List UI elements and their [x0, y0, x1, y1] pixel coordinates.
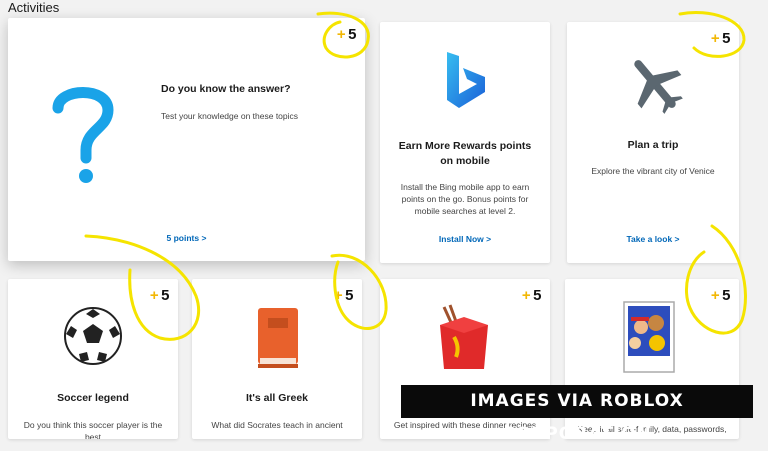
- soccer-ball-icon: [63, 306, 123, 366]
- card-title: Plan a trip: [627, 139, 679, 151]
- card-title: Soccer legend: [57, 392, 129, 404]
- points-badge: +5: [521, 287, 542, 304]
- airplane-icon: [623, 52, 687, 116]
- greek-card[interactable]: +5 It's all Greek What did Socrates teac…: [192, 279, 362, 439]
- takeout-box-icon: [432, 303, 496, 371]
- bing-logo-icon: [443, 50, 489, 112]
- points-badge: +5: [710, 287, 731, 304]
- quiz-card[interactable]: +5 Do you know the answer? Test your kno…: [8, 18, 365, 261]
- card-description: Test your knowledge on these topics: [161, 111, 299, 121]
- card-title: Earn More Rewards points on mobile: [398, 140, 532, 167]
- plan-trip-card[interactable]: +5 Plan a trip Explore the vibrant city …: [567, 22, 739, 263]
- soccer-card[interactable]: +5 Soccer legend Do you think this socce…: [8, 279, 178, 439]
- install-now-link[interactable]: Install Now >: [380, 234, 550, 244]
- watermark-banner: IMAGES VIA ROBLOX CORPORATION: [401, 385, 753, 444]
- points-badge: +5: [336, 26, 357, 43]
- card-description: Explore the vibrant city of Venice: [591, 166, 715, 176]
- points-badge: +5: [333, 287, 354, 304]
- card-description: Do you think this soccer player is the b…: [23, 420, 163, 439]
- card-title: Do you know the answer?: [161, 83, 291, 95]
- card-description: Install the Bing mobile app to earn poin…: [400, 182, 530, 216]
- card-description: What did Socrates teach in ancient: [211, 420, 343, 430]
- question-mark-icon: [48, 78, 118, 188]
- points-badge: +5: [710, 30, 731, 47]
- family-photo-icon: [623, 301, 675, 373]
- quiz-points-link[interactable]: 5 points >: [8, 233, 365, 243]
- take-a-look-link[interactable]: Take a look >: [567, 234, 739, 244]
- card-title: It's all Greek: [245, 392, 309, 404]
- bing-mobile-card[interactable]: Earn More Rewards points on mobile Insta…: [380, 22, 550, 263]
- book-icon: [254, 306, 302, 370]
- section-title: Activities: [8, 0, 60, 15]
- points-badge: +5: [149, 287, 170, 304]
